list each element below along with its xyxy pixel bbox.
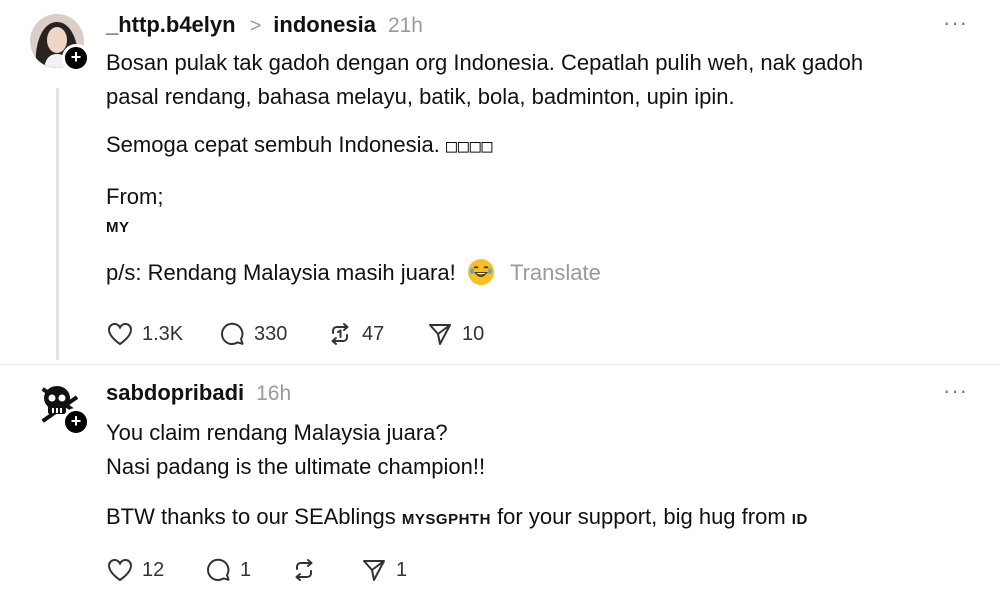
repost-icon [331, 323, 349, 345]
heart-icon [107, 322, 133, 346]
avatar[interactable]: + [30, 14, 90, 72]
comment-button[interactable]: 330 [218, 320, 326, 348]
translate-link[interactable]: Translate [510, 260, 601, 285]
post-text-line: Nasi padang is the ultimate champion!! [106, 454, 486, 479]
username[interactable]: sabdopribadi [106, 380, 244, 406]
post-text-line: Semoga cepat sembuh Indonesia. □□□□ [106, 128, 863, 164]
post-text-line: You claim rendang Malaysia juara? [106, 420, 448, 445]
thread-line [56, 88, 59, 360]
username[interactable]: _http.b4elyn [106, 12, 236, 38]
country-code: MY [106, 219, 130, 236]
post-text: p/s: Rendang Malaysia masih juara! [106, 260, 456, 285]
comment-count: 1 [240, 558, 252, 581]
share-count: 1 [396, 558, 408, 581]
repost-button[interactable] [290, 556, 360, 584]
post-body: You claim rendang Malaysia juara? Nasi p… [106, 416, 808, 537]
chevron-right-icon: > [249, 15, 262, 37]
follow-plus-icon[interactable]: + [62, 408, 90, 436]
like-button[interactable]: 12 [106, 556, 204, 584]
like-count: 1.3K [142, 322, 184, 345]
thread-post: + sabdopribadi 16h ··· You claim rendang… [0, 364, 1000, 612]
repost-icon [295, 559, 313, 581]
comment-icon [221, 322, 244, 345]
comment-count: 330 [254, 322, 288, 345]
post-actions: 12 1 1 [106, 556, 407, 584]
post-header: _http.b4elyn > indonesia 21h [106, 12, 423, 38]
follow-plus-icon[interactable]: + [62, 44, 90, 72]
post-text: Semoga cepat sembuh Indonesia. [106, 132, 440, 157]
post-text-line: Bosan pulak tak gadoh dengan org Indones… [106, 50, 864, 75]
like-count: 12 [142, 558, 165, 581]
more-options-icon[interactable]: ··· [943, 10, 968, 36]
share-button[interactable]: 10 [426, 320, 484, 348]
repost-button[interactable]: 47 [326, 320, 426, 348]
post-actions: 1.3K 330 47 10 [106, 320, 484, 348]
country-codes: MYSGPHTH [401, 511, 491, 528]
more-options-icon[interactable]: ··· [943, 378, 968, 404]
send-icon [429, 324, 451, 345]
share-count: 10 [462, 322, 485, 345]
timestamp: 16h [256, 382, 292, 405]
post-text-line: p/s: Rendang Malaysia masih juara! Trans… [106, 256, 863, 290]
post-text-line: pasal rendang, bahasa melayu, batik, bol… [106, 84, 735, 109]
like-button[interactable]: 1.3K [106, 320, 218, 348]
post-text-line: From; [106, 184, 164, 209]
send-icon [363, 560, 385, 581]
timestamp: 21h [387, 14, 423, 37]
post-text: for your support, big hug from [497, 504, 786, 529]
heart-icon [107, 558, 133, 582]
post-text-line: BTW thanks to our SEAblings MYSGPHTH for… [106, 500, 808, 537]
thread-post: + _http.b4elyn > indonesia 21h ··· Bosan… [0, 0, 1000, 364]
post-header: sabdopribadi 16h [106, 380, 291, 406]
comment-button[interactable]: 1 [204, 556, 290, 584]
post-text: BTW thanks to our SEAblings [106, 504, 396, 529]
laughing-emoji-icon [467, 259, 494, 285]
emoji-placeholder-glyphs: □□□□ [446, 136, 494, 157]
repost-count: 47 [362, 322, 385, 345]
comment-icon [207, 558, 230, 581]
post-body: Bosan pulak tak gadoh dengan org Indones… [106, 46, 863, 290]
country-code: ID [791, 511, 808, 528]
share-button[interactable]: 1 [360, 556, 407, 584]
avatar[interactable]: + [30, 378, 90, 436]
topic-tag[interactable]: indonesia [273, 12, 376, 38]
